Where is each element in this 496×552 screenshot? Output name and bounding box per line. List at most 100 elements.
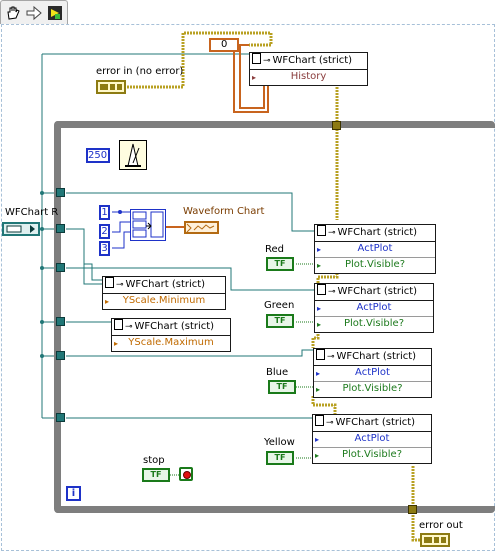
boolean-type-text: TF: [276, 382, 288, 391]
green-label: Green: [264, 300, 295, 311]
stop-label: stop: [143, 455, 165, 466]
reference-icon: ⊸: [328, 228, 336, 238]
array-constant-value: 1: [101, 207, 108, 218]
yellow-label: Yellow: [264, 437, 295, 448]
node-row: History: [290, 71, 327, 82]
array-constant-value: 2: [101, 226, 108, 237]
wait-constant[interactable]: 250: [86, 148, 110, 163]
arrow-icon: ▸: [252, 73, 257, 82]
arrow-icon: ▸: [316, 369, 321, 378]
arrow-icon: ▸: [317, 304, 322, 313]
node-row: YScale.Minimum: [122, 295, 206, 306]
boolean-type-text: TF: [274, 316, 286, 325]
arrow-icon: ▸: [315, 451, 320, 460]
error-in-control[interactable]: [96, 80, 126, 94]
loop-tunnel: [56, 188, 65, 197]
loop-tunnel: [56, 413, 65, 422]
refnum-icon: [6, 225, 35, 233]
node-row: Plot.Visible?: [344, 318, 404, 329]
node-row: Plot.Visible?: [342, 449, 402, 460]
arrow-icon: ▸: [316, 385, 321, 394]
reference-icon: ⊸: [326, 418, 334, 428]
history-constant-value: 0: [221, 39, 228, 50]
wait-ms-function[interactable]: [119, 140, 147, 170]
property-node-icon: [317, 225, 326, 236]
property-node-icon: [315, 415, 324, 426]
loop-tunnel: [56, 317, 65, 326]
reference-icon: ⊸: [263, 56, 271, 66]
waveform-chart-label: Waveform Chart: [183, 206, 265, 217]
blue-boolean-control[interactable]: TF: [268, 380, 296, 394]
waveform-chart-terminal[interactable]: [184, 221, 219, 234]
property-node-history[interactable]: ⊸ WFChart (strict) ▸ History: [249, 52, 368, 86]
green-boolean-control[interactable]: TF: [266, 314, 294, 328]
reference-icon: ⊸: [116, 280, 124, 290]
red-boolean-control[interactable]: TF: [266, 257, 294, 271]
error-tunnel-out: [408, 505, 417, 514]
property-node-ymin[interactable]: ⊸ WFChart (strict) ▸ YScale.Minimum: [102, 276, 226, 310]
boolean-type-text: TF: [274, 259, 286, 268]
arrow-icon: ▸: [105, 297, 110, 306]
property-node-icon: [317, 284, 326, 295]
error-out-label: error out: [419, 520, 463, 531]
property-node-blue[interactable]: ⊸ WFChart (strict) ▸ ActPlot ▸ Plot.Visible…: [313, 348, 432, 398]
reference-icon: ⊸: [125, 322, 133, 332]
node-title: WFChart (strict): [337, 227, 418, 238]
property-node-icon: [105, 277, 114, 288]
loop-tunnel: [56, 263, 65, 272]
node-row: ActPlot: [357, 243, 393, 254]
node-row: Plot.Visible?: [345, 259, 405, 270]
reference-icon: ⊸: [327, 352, 335, 362]
error-tunnel-in: [332, 121, 341, 130]
property-node-red[interactable]: ⊸ WFChart (strict) ▸ ActPlot ▸ Plot.Visible…: [314, 224, 436, 274]
arrow-icon: ▸: [317, 261, 322, 270]
chart-ref-control[interactable]: [2, 222, 40, 236]
yellow-boolean-control[interactable]: TF: [266, 451, 294, 465]
node-title: WFChart (strict): [337, 286, 418, 297]
chart-ref-label: WFChart R: [5, 207, 59, 218]
node-title: WFChart (strict): [272, 55, 353, 66]
arrow-icon: ▸: [114, 339, 119, 348]
error-out-indicator[interactable]: [420, 533, 450, 547]
loop-condition-terminal[interactable]: [179, 467, 193, 481]
node-row: ActPlot: [355, 367, 390, 378]
array-constant[interactable]: 1: [99, 205, 110, 220]
property-node-green[interactable]: ⊸ WFChart (strict) ▸ ActPlot ▸ Plot.Visible…: [314, 283, 434, 333]
blue-label: Blue: [266, 367, 289, 378]
reference-icon: ⊸: [328, 287, 336, 297]
history-constant[interactable]: 0: [209, 38, 239, 52]
node-row: ActPlot: [354, 433, 390, 444]
property-node-yellow[interactable]: ⊸ WFChart (strict) ▸ ActPlot ▸ Plot.Visible…: [312, 414, 432, 464]
property-node-icon: [252, 53, 261, 64]
arrow-icon: ▸: [317, 320, 322, 329]
property-node-ymax[interactable]: ⊸ WFChart (strict) ▸ YScale.Maximum: [111, 318, 231, 352]
error-cluster-icon: [100, 84, 122, 90]
node-title: WFChart (strict): [125, 279, 206, 290]
property-node-icon: [114, 319, 123, 330]
arrow-icon: ▸: [315, 435, 320, 444]
red-label: Red: [265, 244, 284, 255]
stop-icon: [183, 471, 191, 479]
node-title: WFChart (strict): [336, 351, 417, 362]
boolean-type-text: TF: [274, 453, 286, 462]
wait-constant-value: 250: [88, 150, 108, 161]
boolean-type-text: TF: [150, 470, 162, 479]
chart-icon: [186, 223, 215, 233]
array-constant[interactable]: 3: [99, 241, 110, 256]
loop-tunnel: [56, 351, 65, 360]
array-constant[interactable]: 2: [99, 224, 110, 239]
array-constant-value: 3: [101, 243, 108, 254]
loop-tunnel: [56, 224, 65, 233]
property-node-icon: [316, 349, 325, 360]
metronome-icon: [125, 143, 141, 167]
build-array-function[interactable]: [130, 209, 166, 241]
stop-boolean-control[interactable]: TF: [142, 468, 170, 482]
node-title: WFChart (strict): [335, 417, 416, 428]
error-cluster-icon: [424, 537, 446, 543]
node-row: YScale.Maximum: [128, 337, 214, 348]
build-array-icon: [132, 211, 164, 238]
node-title: WFChart (strict): [134, 321, 215, 332]
arrow-icon: ▸: [317, 245, 322, 254]
error-in-label: error in (no error): [96, 66, 184, 77]
node-row: Plot.Visible?: [342, 383, 403, 394]
